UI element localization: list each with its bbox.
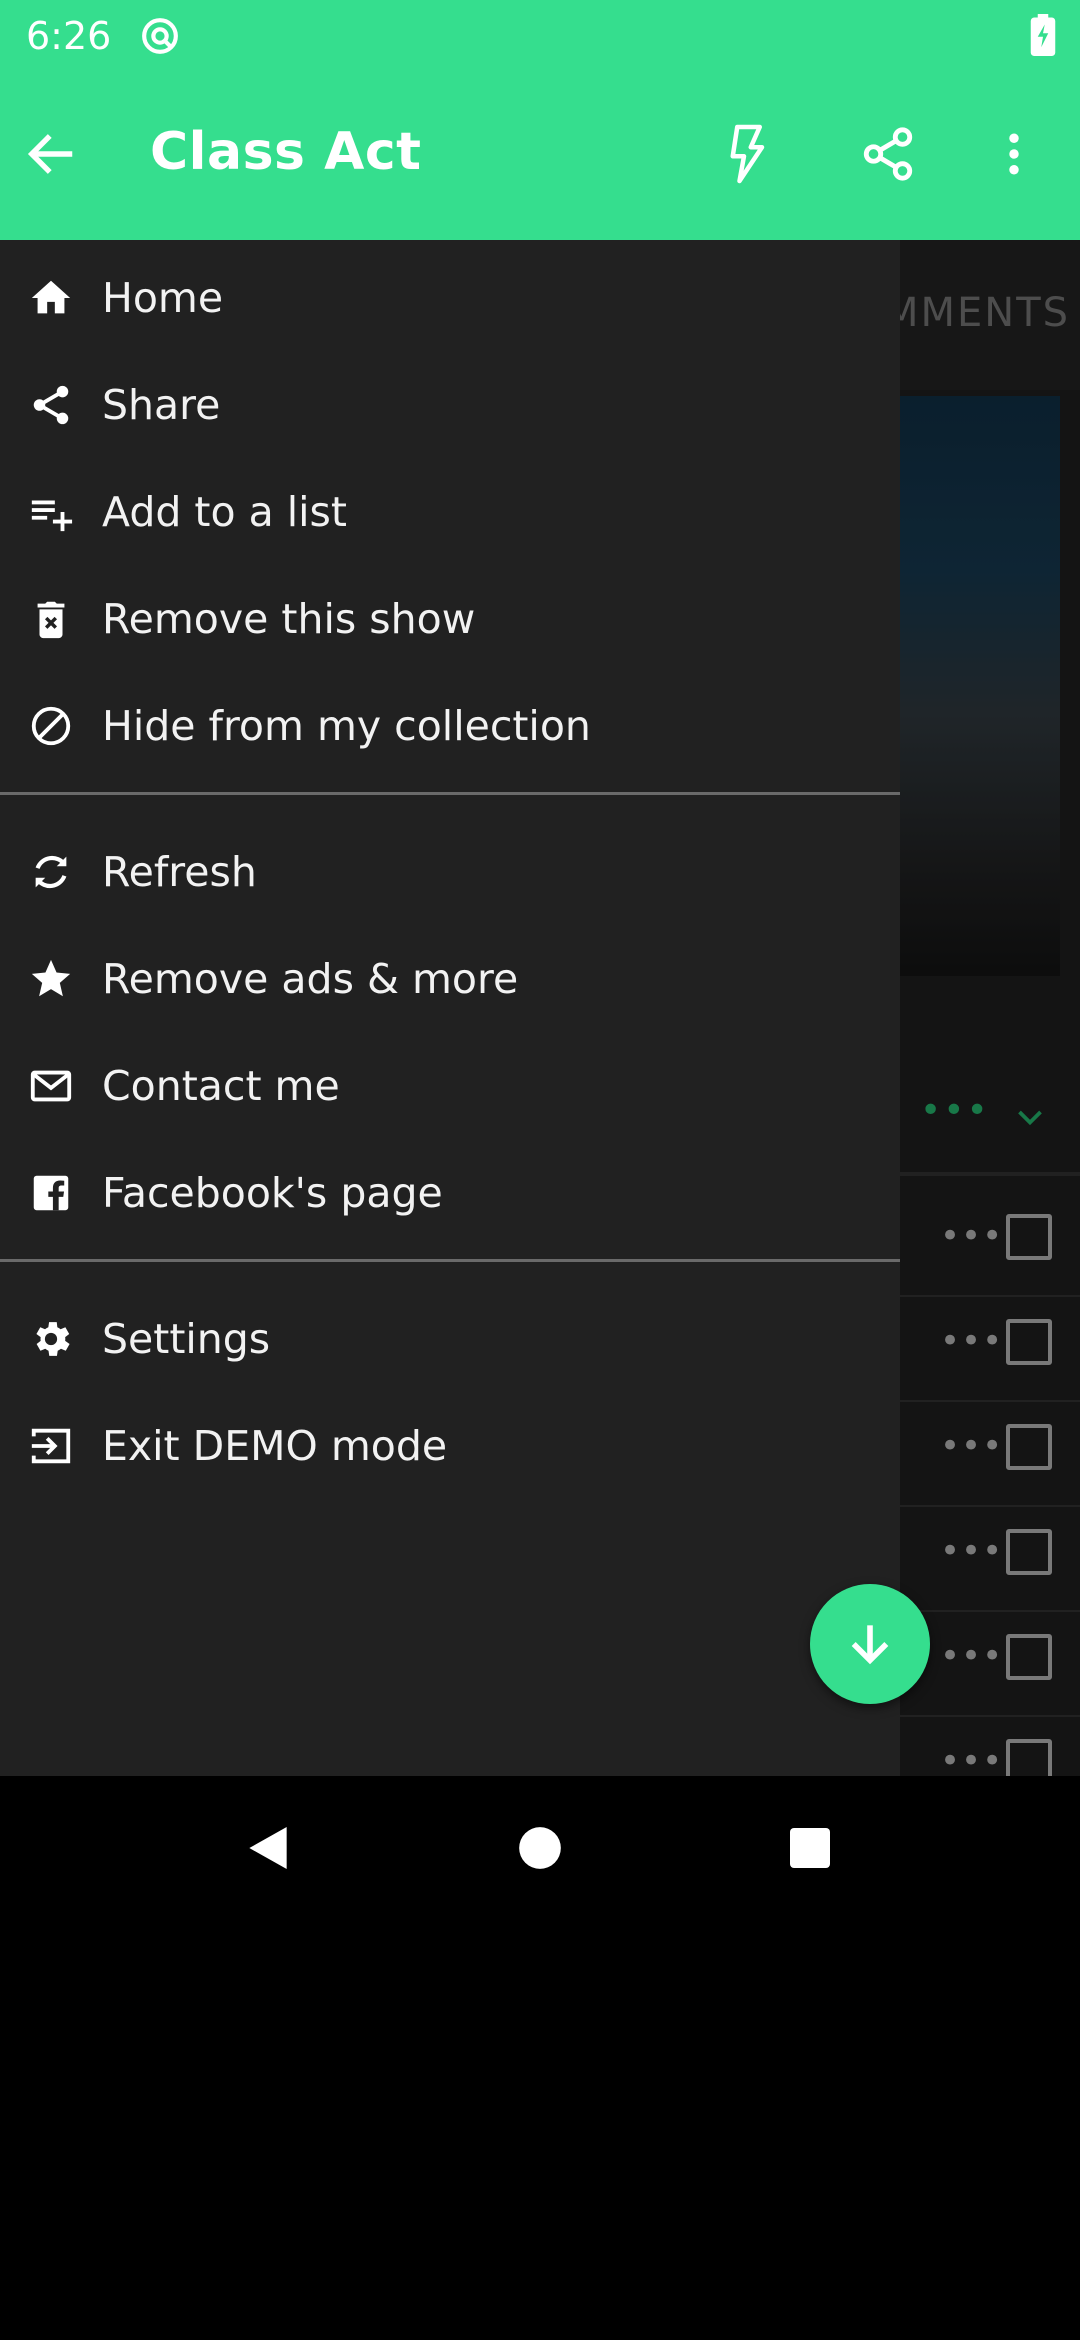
arrow-down-icon	[851, 1625, 889, 1665]
recents-square-icon[interactable]	[768, 1806, 852, 1890]
drawer-item-label: Facebook's page	[102, 1168, 443, 1217]
system-nav-bar	[0, 1776, 1080, 1920]
back-triangle-icon[interactable]	[226, 1806, 310, 1890]
star-icon	[26, 954, 76, 1004]
arrow-back-icon[interactable]	[16, 118, 88, 190]
page-title: Class Act	[150, 122, 422, 182]
status-time: 6:26	[26, 14, 112, 58]
drawer-item-share[interactable]: Share	[0, 351, 900, 458]
drawer-item-label: Settings	[102, 1314, 271, 1363]
navigation-drawer: Home Share Add to a list Remove this sho…	[0, 240, 900, 1776]
flash-icon[interactable]	[708, 118, 780, 190]
share-icon[interactable]	[852, 118, 924, 190]
drawer-item-home[interactable]: Home	[0, 244, 900, 351]
drawer-item-hide-collection[interactable]: Hide from my collection	[0, 672, 900, 779]
delete-icon	[26, 594, 76, 644]
more-vert-icon[interactable]	[978, 118, 1050, 190]
block-icon	[26, 701, 76, 751]
share-icon	[26, 380, 76, 430]
notification-app-icon	[142, 18, 178, 54]
settings-gear-icon	[26, 1314, 76, 1364]
drawer-item-exit-demo[interactable]: Exit DEMO mode	[0, 1392, 900, 1499]
drawer-item-label: Refresh	[102, 847, 257, 896]
drawer-item-label: Remove this show	[102, 594, 476, 643]
drawer-item-label: Add to a list	[102, 487, 347, 536]
home-circle-icon[interactable]	[498, 1806, 582, 1890]
battery-charging-icon	[1030, 14, 1056, 56]
drawer-item-label: Contact me	[102, 1061, 340, 1110]
playlist-add-icon	[26, 487, 76, 537]
drawer-item-label: Share	[102, 380, 221, 429]
drawer-item-label: Remove ads & more	[102, 954, 519, 1003]
status-bar: 6:26	[0, 0, 1080, 72]
mail-icon	[26, 1061, 76, 1111]
exit-icon	[26, 1421, 76, 1471]
scroll-down-fab[interactable]	[810, 1584, 930, 1704]
drawer-item-contact[interactable]: Contact me	[0, 1032, 900, 1139]
app-toolbar: Class Act	[0, 72, 1080, 240]
home-icon	[26, 273, 76, 323]
drawer-item-label: Hide from my collection	[102, 701, 591, 750]
drawer-divider	[0, 1259, 900, 1262]
drawer-divider	[0, 792, 900, 795]
drawer-item-label: Exit DEMO mode	[102, 1421, 448, 1470]
refresh-icon	[26, 847, 76, 897]
drawer-item-remove-show[interactable]: Remove this show	[0, 565, 900, 672]
drawer-item-facebook[interactable]: Facebook's page	[0, 1139, 900, 1246]
drawer-item-label: Home	[102, 273, 224, 322]
facebook-icon	[26, 1168, 76, 1218]
drawer-item-settings[interactable]: Settings	[0, 1285, 900, 1392]
drawer-item-refresh[interactable]: Refresh	[0, 818, 900, 925]
drawer-item-remove-ads[interactable]: Remove ads & more	[0, 925, 900, 1032]
app-screen: MMENTS ••• ••• ••• ••• ••• ••• ••• Home	[0, 0, 1080, 1776]
drawer-item-add-to-list[interactable]: Add to a list	[0, 458, 900, 565]
